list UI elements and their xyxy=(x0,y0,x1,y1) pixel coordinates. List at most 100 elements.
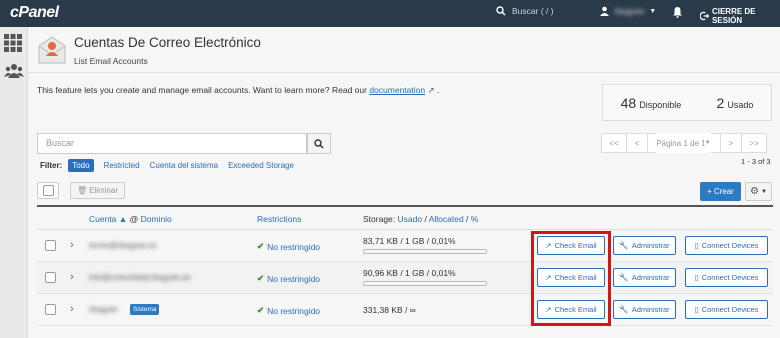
user-icon xyxy=(600,6,609,16)
expand-chevron-icon[interactable]: › xyxy=(70,239,74,251)
users-group-icon[interactable] xyxy=(4,63,24,83)
plus-icon: + xyxy=(707,187,712,196)
check-icon: ✔ xyxy=(257,273,265,283)
gear-icon: ⚙ xyxy=(750,186,759,197)
username: rbsgyee xyxy=(614,6,645,16)
stat-used: 2 Usado xyxy=(717,95,754,111)
storage-usage: 331,38 KB / ∞ xyxy=(363,305,416,315)
select-all-checkbox[interactable] xyxy=(37,182,59,199)
logout-icon xyxy=(700,11,709,21)
delete-button[interactable]: 🗑 Eliminar xyxy=(70,182,125,199)
restriction-status[interactable]: ✔ No restringido xyxy=(257,241,320,252)
storage-progress-bar xyxy=(363,249,487,254)
restriction-label: No restringido xyxy=(267,241,321,252)
manage-button[interactable]: 🔧 Administrar xyxy=(613,236,676,255)
cpanel-logo[interactable]: cPanel xyxy=(10,4,59,22)
logout-button[interactable]: CIERRE DE SESIÓN xyxy=(700,7,780,25)
column-account[interactable]: Cuenta ▲ @ Dominio xyxy=(89,214,172,224)
restriction-status[interactable]: ✔ No restringido xyxy=(257,273,320,284)
manage-button[interactable]: 🔧 Administrar xyxy=(613,268,676,287)
search-button[interactable] xyxy=(307,133,331,154)
manage-button[interactable]: 🔧 Administrar xyxy=(613,300,676,319)
connect-devices-button[interactable]: ▯ Connect Devices xyxy=(685,236,768,255)
wrench-icon: 🔧 xyxy=(619,305,629,314)
expand-chevron-icon[interactable]: › xyxy=(70,271,74,283)
intro-description: This feature lets you create and manage … xyxy=(37,85,367,95)
caret-down-icon: ▼ xyxy=(704,133,711,153)
sort-percent[interactable]: % xyxy=(471,214,479,224)
account-name: rbsgyee xyxy=(89,305,118,314)
filter-label: Filter: xyxy=(40,161,63,170)
storage-progress-bar xyxy=(363,281,487,286)
page-select[interactable]: Página 1 de 1 ▼ xyxy=(647,133,721,153)
used-count: 2 xyxy=(716,94,725,111)
restriction-status[interactable]: ✔ No restringido xyxy=(257,305,320,316)
used-label: Usado xyxy=(727,99,754,110)
row-checkbox[interactable] xyxy=(45,240,56,253)
documentation-link[interactable]: documentation xyxy=(369,85,425,95)
prev-page-button[interactable]: < xyxy=(626,133,648,153)
page-subtitle: List Email Accounts xyxy=(74,56,148,66)
restriction-label: No restringido xyxy=(267,305,321,316)
manage-label: Administrar xyxy=(631,241,670,250)
filter-all[interactable]: Todo xyxy=(68,159,94,172)
sort-allocated[interactable]: Allocated xyxy=(429,214,464,224)
search-icon xyxy=(496,6,506,16)
column-restrictions[interactable]: Restrictions xyxy=(257,214,301,224)
devices-label: Connect Devices xyxy=(701,273,759,282)
devices-label: Connect Devices xyxy=(701,241,759,250)
column-storage: Storage: Usado / Allocated / % xyxy=(363,214,479,224)
page-title: Cuentas De Correo Electrónico xyxy=(74,35,261,50)
next-page-button[interactable]: > xyxy=(720,133,742,153)
highlight-box xyxy=(531,231,611,326)
row-checkbox[interactable] xyxy=(45,304,56,317)
account-email: info@comunidad.rbsgyee.es xyxy=(89,273,191,282)
external-link-icon: ↗ xyxy=(427,85,435,95)
filter-exceeded-storage[interactable]: Exceeded Storage xyxy=(228,161,294,170)
top-navbar: cPanel Buscar ( / ) rbsgyee ▼ CIERRE DE … xyxy=(0,0,780,27)
logout-label: CIERRE DE SESIÓN xyxy=(711,7,756,25)
create-button[interactable]: + Crear xyxy=(700,182,741,201)
mobile-icon: ▯ xyxy=(694,241,699,250)
check-icon: ✔ xyxy=(257,305,265,315)
notifications-bell-icon[interactable] xyxy=(672,6,683,20)
storage-header-label: Storage: xyxy=(363,214,396,224)
global-search[interactable]: Buscar ( / ) xyxy=(496,6,554,16)
mobile-icon: ▯ xyxy=(694,273,699,282)
sort-used[interactable]: Usado xyxy=(398,214,423,224)
expand-chevron-icon[interactable]: › xyxy=(70,303,74,315)
restriction-label: No restringido xyxy=(267,273,321,284)
filter-restricted[interactable]: Restricted xyxy=(104,161,140,170)
email-accounts-icon xyxy=(37,36,67,66)
table-row: › rbsgyee Sistema ✔ No restringido 331,38… xyxy=(37,294,773,326)
manage-label: Administrar xyxy=(631,273,670,282)
filter-bar: Filter: Todo Restricted Cuenta del siste… xyxy=(40,159,294,172)
first-page-button[interactable]: << xyxy=(601,133,627,153)
row-checkbox[interactable] xyxy=(45,272,56,285)
table-row: › info@comunidad.rbsgyee.es ✔ No restring… xyxy=(37,262,773,294)
filter-system-account[interactable]: Cuenta del sistema xyxy=(150,161,218,170)
settings-dropdown-button[interactable]: ⚙ ▼ xyxy=(745,182,772,201)
account-stats-panel: 48 Disponible 2 Usado xyxy=(602,84,772,121)
manage-label: Administrar xyxy=(631,305,670,314)
checkbox-box xyxy=(42,185,54,196)
create-label: Crear xyxy=(713,187,734,196)
available-label: Disponible xyxy=(639,99,682,110)
left-rail xyxy=(0,27,28,338)
connect-devices-button[interactable]: ▯ Connect Devices xyxy=(685,268,768,287)
connect-devices-button[interactable]: ▯ Connect Devices xyxy=(685,300,768,319)
sort-asc-icon: ▲ xyxy=(118,214,128,224)
storage-usage: 83,71 KB / 1 GB / 0,01% xyxy=(363,236,456,246)
table-row: › torres@rbsgyee.es ✔ No restringido 83,7… xyxy=(37,230,773,262)
grid-apps-icon[interactable] xyxy=(4,34,24,54)
system-badge: Sistema xyxy=(130,304,160,315)
caret-down-icon: ▼ xyxy=(649,7,657,15)
user-menu[interactable]: rbsgyee ▼ xyxy=(600,6,656,16)
search-icon xyxy=(314,138,324,149)
page-label: Página 1 de 1 xyxy=(656,133,706,153)
accounts-search-input[interactable]: Buscar xyxy=(37,133,307,154)
domain-header-label: Dominio xyxy=(140,214,172,224)
last-page-button[interactable]: >> xyxy=(741,133,767,153)
caret-down-icon: ▼ xyxy=(761,188,767,195)
storage-usage: 90,96 KB / 1 GB / 0,01% xyxy=(363,268,456,278)
